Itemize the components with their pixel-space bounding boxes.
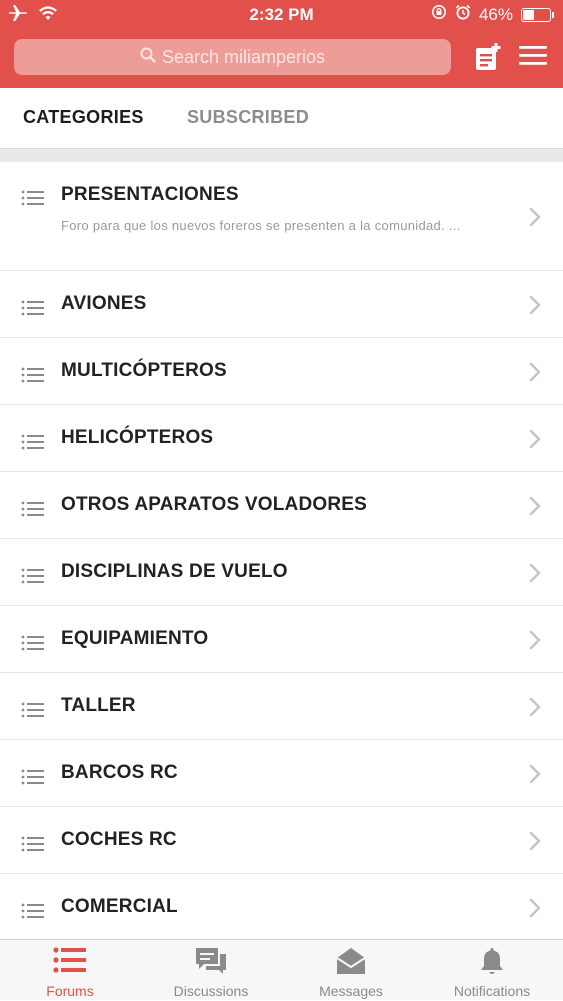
category-list: PRESENTACIONES Foro para que los nuevos …	[0, 162, 563, 941]
category-row[interactable]: PRESENTACIONES Foro para que los nuevos …	[0, 162, 563, 271]
chevron-right-icon	[529, 362, 541, 387]
list-icon	[21, 433, 45, 456]
category-title: DISCIPLINAS DE VUELO	[61, 561, 288, 582]
chevron-right-icon	[529, 563, 541, 588]
nav-label-messages: Messages	[319, 983, 383, 999]
tab-categories[interactable]: CATEGORIES	[23, 107, 144, 128]
list-icon	[21, 768, 45, 791]
nav-tab-forums[interactable]: Forums	[0, 940, 140, 1001]
segment-tabs: CATEGORIES SUBSCRIBED	[0, 88, 563, 149]
list-icon	[21, 299, 45, 322]
category-title: TALLER	[61, 695, 136, 716]
category-title: AVIONES	[61, 293, 147, 314]
nav-label-discussions: Discussions	[173, 983, 249, 999]
chevron-right-icon	[529, 207, 541, 232]
category-title: PRESENTACIONES	[61, 184, 239, 205]
new-post-icon[interactable]	[474, 42, 502, 77]
category-row[interactable]: DISCIPLINAS DE VUELO	[0, 539, 563, 606]
list-icon	[21, 567, 45, 590]
chevron-right-icon	[529, 496, 541, 521]
chevron-right-icon	[529, 630, 541, 655]
nav-tab-discussions[interactable]: Discussions	[141, 940, 281, 1001]
tab-subscribed[interactable]: SUBSCRIBED	[187, 107, 309, 128]
list-icon	[21, 189, 45, 212]
chevron-right-icon	[529, 831, 541, 856]
orientation-lock-icon	[431, 4, 447, 25]
category-row[interactable]: TALLER	[0, 673, 563, 740]
forums-list-icon	[53, 946, 87, 979]
search-placeholder: Search miliamperios	[161, 46, 326, 67]
nav-label-forums: Forums	[46, 983, 94, 999]
category-row[interactable]: HELICÓPTEROS	[0, 405, 563, 472]
app-header: 2:32 PM 46% Search miliamperios	[0, 0, 563, 88]
discussions-icon	[194, 946, 228, 981]
messages-envelope-icon	[335, 946, 367, 981]
search-input[interactable]: Search miliamperios	[14, 39, 451, 75]
search-icon	[140, 47, 156, 68]
section-divider	[0, 149, 563, 162]
category-description: Foro para que los nuevos foreros se pres…	[61, 218, 461, 233]
hamburger-menu-icon[interactable]	[518, 42, 548, 73]
list-icon	[21, 701, 45, 724]
chevron-right-icon	[529, 429, 541, 454]
alarm-icon	[455, 4, 471, 25]
chevron-right-icon	[529, 898, 541, 923]
list-icon	[21, 902, 45, 925]
chevron-right-icon	[529, 764, 541, 789]
category-title: COMERCIAL	[61, 896, 178, 917]
nav-tab-notifications[interactable]: Notifications	[422, 940, 562, 1001]
list-icon	[21, 634, 45, 657]
category-row[interactable]: BARCOS RC	[0, 740, 563, 807]
list-icon	[21, 366, 45, 389]
notifications-bell-icon	[478, 946, 506, 981]
battery-icon	[521, 7, 554, 22]
category-title: BARCOS RC	[61, 762, 178, 783]
category-title: EQUIPAMIENTO	[61, 628, 209, 649]
list-icon	[21, 500, 45, 523]
nav-label-notifications: Notifications	[453, 983, 531, 999]
nav-tab-messages[interactable]: Messages	[281, 940, 421, 1001]
category-title: MULTICÓPTEROS	[61, 360, 227, 381]
category-row[interactable]: OTROS APARATOS VOLADORES	[0, 472, 563, 539]
battery-percentage: 46%	[478, 4, 513, 24]
category-title: HELICÓPTEROS	[61, 427, 214, 448]
category-title: OTROS APARATOS VOLADORES	[61, 494, 368, 515]
category-row[interactable]: AVIONES	[0, 271, 563, 338]
category-row[interactable]: COMERCIAL	[0, 874, 563, 941]
category-row[interactable]: MULTICÓPTEROS	[0, 338, 563, 405]
status-bar: 2:32 PM 46%	[0, 0, 563, 30]
category-row[interactable]: EQUIPAMIENTO	[0, 606, 563, 673]
list-icon	[21, 835, 45, 858]
bottom-tab-bar: Forums Discussions Messages Notification…	[0, 939, 563, 1000]
chevron-right-icon	[529, 295, 541, 320]
category-title: COCHES RC	[61, 829, 177, 850]
category-row[interactable]: COCHES RC	[0, 807, 563, 874]
chevron-right-icon	[529, 697, 541, 722]
